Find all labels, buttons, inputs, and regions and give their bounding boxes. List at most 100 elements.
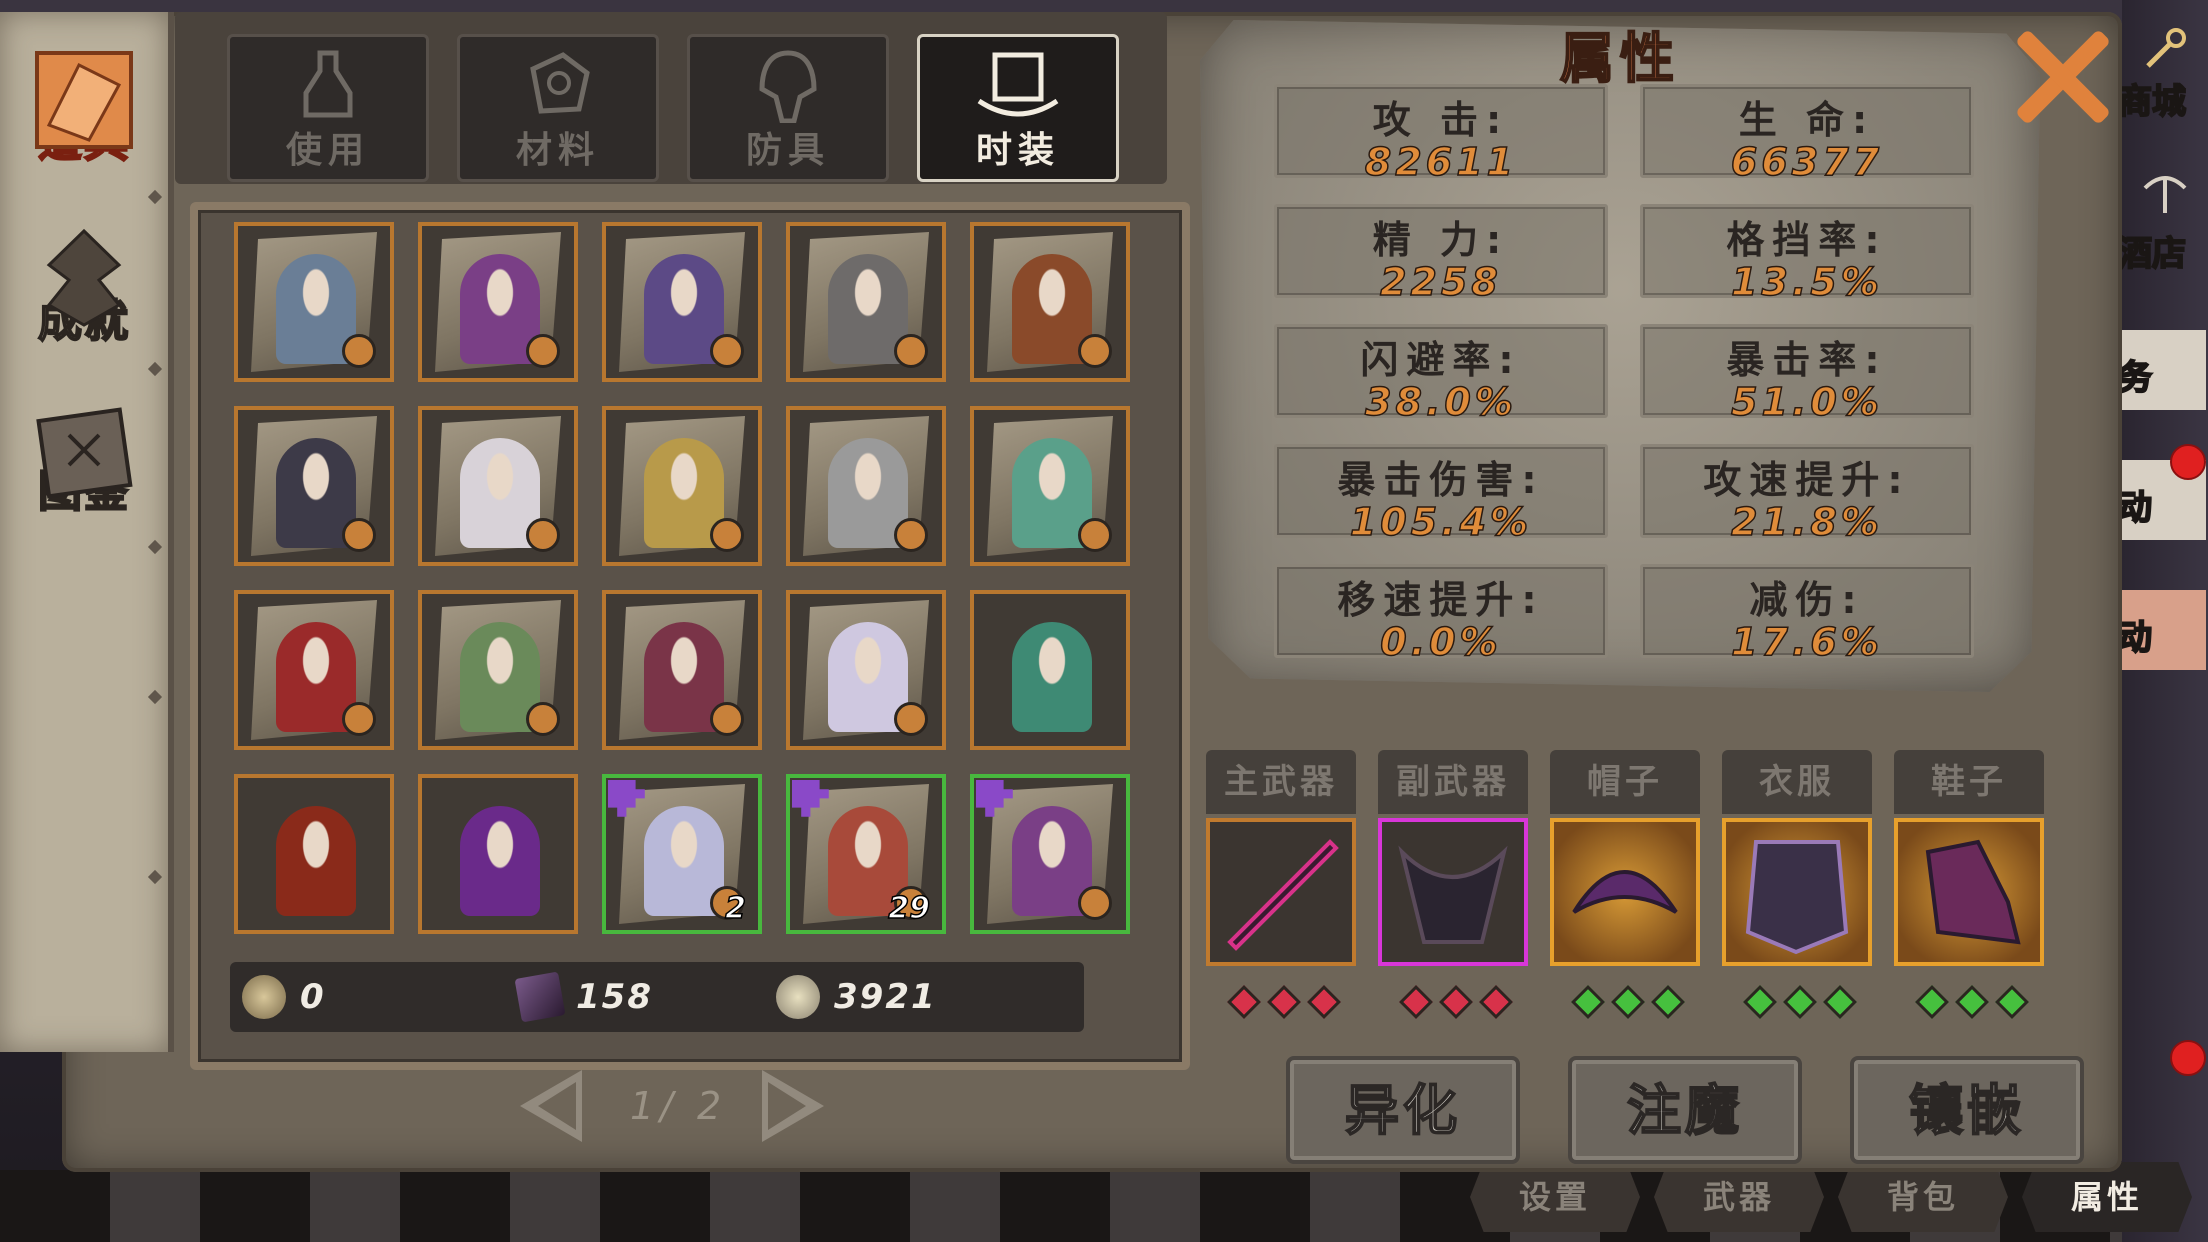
- boots-icon: [1894, 818, 2044, 966]
- sidebar-item-codex[interactable]: 图鉴: [20, 382, 148, 532]
- gem-sockets: [1740, 985, 1860, 1020]
- equipment-shape: [1745, 840, 1849, 955]
- stat-value: 17.6%: [1730, 619, 1883, 665]
- equipment-slot[interactable]: 帽子: [1550, 750, 1700, 1019]
- currency-coin: 0: [242, 974, 326, 1020]
- costume-slot[interactable]: [602, 406, 762, 566]
- equipment-shape: [1227, 839, 1339, 951]
- equipment-slot-label: 帽子: [1550, 750, 1700, 814]
- equipment-art: [1227, 839, 1339, 951]
- currency-value: 158: [576, 977, 653, 1017]
- bottom-tab-weapons[interactable]: 武器: [1654, 1162, 1824, 1232]
- costume-slot[interactable]: 2: [602, 774, 762, 934]
- currency-value: 3921: [834, 977, 937, 1017]
- tab-label: 时装: [975, 130, 1060, 171]
- right-item-tavern[interactable]: 酒店: [2110, 168, 2206, 275]
- costume-slot[interactable]: [418, 774, 578, 934]
- costume-slot[interactable]: [786, 406, 946, 566]
- costume-slot[interactable]: [970, 222, 1130, 382]
- dark-wings-icon: [1378, 818, 1528, 966]
- right-item-event2[interactable]: 动: [2110, 590, 2206, 670]
- enchant-button[interactable]: 注魔: [1568, 1056, 1802, 1164]
- costume-slot[interactable]: [970, 774, 1130, 934]
- tab-costume[interactable]: 时装: [917, 34, 1119, 182]
- equipment-slot[interactable]: 主武器: [1206, 750, 1356, 1019]
- costume-slot[interactable]: [602, 590, 762, 750]
- costume-badge-icon: [342, 334, 376, 368]
- gem-icon: [1823, 985, 1857, 1019]
- stat-label: 暴击伤害:: [1337, 458, 1545, 502]
- potion-icon: [303, 50, 353, 118]
- equipment-slot-label: 副武器: [1378, 750, 1528, 814]
- inlay-button[interactable]: 镶嵌: [1850, 1056, 2084, 1164]
- stat-label: 暴击率:: [1726, 338, 1888, 382]
- gem-icon: [1611, 985, 1645, 1019]
- stat-value: 38.0%: [1364, 379, 1517, 425]
- costume-slot[interactable]: [418, 222, 578, 382]
- stat-cell: 暴击率: 51.0%: [1640, 324, 1974, 425]
- tab-armor[interactable]: 防具: [687, 34, 889, 182]
- tab-label: 使用: [285, 130, 370, 171]
- costume-slot[interactable]: [418, 590, 578, 750]
- divider-diamond: [147, 361, 163, 377]
- gem-sockets: [1912, 985, 2032, 1020]
- close-icon[interactable]: [2010, 22, 2120, 132]
- tab-materials[interactable]: 材料: [457, 34, 659, 182]
- currency-soul-shard: 3921: [776, 974, 937, 1020]
- gem-icon: [1743, 985, 1777, 1019]
- stat-label: 移速提升:: [1337, 578, 1545, 622]
- bottom-tab-attributes[interactable]: 属性: [2022, 1162, 2192, 1232]
- costume-slot[interactable]: [786, 222, 946, 382]
- costume-badge-icon: [526, 702, 560, 736]
- costume-slot[interactable]: [970, 590, 1130, 750]
- currency-spellbook: 158: [514, 971, 653, 1023]
- right-item-quest-label: 务: [2117, 357, 2153, 399]
- right-item-quest[interactable]: 务: [2110, 330, 2206, 410]
- costume-badge-icon: [1078, 886, 1112, 920]
- stat-label: 减伤:: [1749, 578, 1865, 622]
- gem-icon: [1651, 985, 1685, 1019]
- costume-slot[interactable]: [234, 222, 394, 382]
- costume-slot[interactable]: [234, 774, 394, 934]
- tab-use[interactable]: 使用: [227, 34, 429, 182]
- sidebar-item-achievements[interactable]: 成就: [20, 212, 148, 362]
- horned-hat-icon: [1550, 818, 1700, 966]
- stat-label: 格挡率:: [1726, 218, 1888, 262]
- equipment-slot-label: 鞋子: [1894, 750, 2044, 814]
- costume-badge-icon: [342, 702, 376, 736]
- item-count: 2: [724, 890, 746, 927]
- equipment-slot[interactable]: 衣服: [1722, 750, 1872, 1019]
- costume-slot[interactable]: [970, 406, 1130, 566]
- dark-armor-icon: [1722, 818, 1872, 966]
- equipment-slot[interactable]: 鞋子: [1894, 750, 2044, 1019]
- costume-slot[interactable]: [418, 406, 578, 566]
- tab-label: 防具: [745, 130, 830, 171]
- item-count: 29: [888, 890, 931, 927]
- character-portrait: [460, 806, 540, 916]
- prev-page-arrow-icon[interactable]: [520, 1070, 582, 1142]
- stat-cell: 精 力: 2258: [1274, 204, 1608, 305]
- gem-icon: [1995, 985, 2029, 1019]
- costume-slot[interactable]: [234, 590, 394, 750]
- costume-slot[interactable]: 29: [786, 774, 946, 934]
- stat-cell: 格挡率: 13.5%: [1640, 204, 1974, 305]
- costume-slot[interactable]: [786, 590, 946, 750]
- stat-label: 精 力:: [1372, 218, 1510, 262]
- stat-value: 82611: [1364, 139, 1518, 185]
- costume-slot[interactable]: [602, 222, 762, 382]
- equipment-slot-label: 衣服: [1722, 750, 1872, 814]
- right-item-shop[interactable]: 商城: [2110, 26, 2206, 123]
- next-page-arrow-icon[interactable]: [762, 1070, 824, 1142]
- gem-icon: [1399, 985, 1433, 1019]
- stat-label: 闪避率:: [1360, 338, 1522, 382]
- equipment-shape: [1398, 845, 1508, 944]
- mutate-button[interactable]: 异化: [1286, 1056, 1520, 1164]
- costume-badge-icon: [710, 702, 744, 736]
- stat-label: 生 命:: [1738, 98, 1876, 142]
- equipment-slot[interactable]: 副武器: [1378, 750, 1528, 1019]
- gem-icon: [1479, 985, 1513, 1019]
- sidebar-item-items[interactable]: 道具: [20, 32, 148, 182]
- costume-slot[interactable]: [234, 406, 394, 566]
- bottom-tab-settings[interactable]: 设置: [1470, 1162, 1640, 1232]
- bottom-tab-bag[interactable]: 背包: [1838, 1162, 2008, 1232]
